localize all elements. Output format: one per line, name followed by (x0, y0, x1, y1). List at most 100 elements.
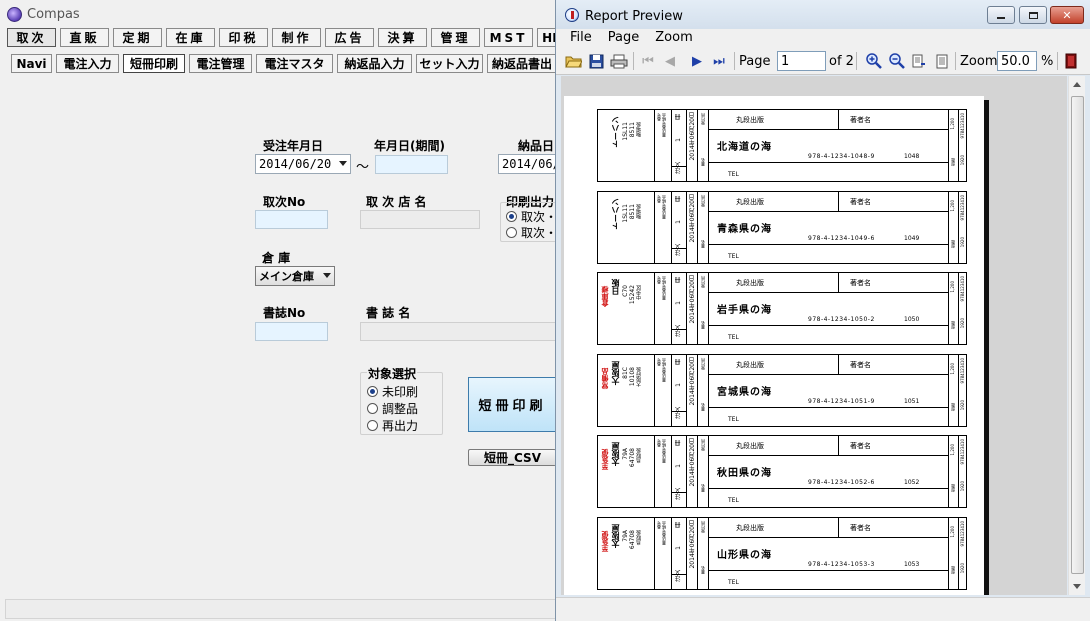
slip-small-text: 1,200 (950, 199, 955, 211)
order-date-label: 受注年月日 (263, 139, 324, 153)
slip-small-text: 1920 (960, 562, 965, 573)
rp-menu-zoom[interactable]: Zoom (655, 30, 692, 47)
slip-small-text: 書名 (700, 158, 705, 166)
slip-tel: TEL (728, 171, 739, 178)
open-folder-icon[interactable] (565, 53, 582, 69)
tanzaku-slip-6: 至急便 太阪屋 79A 64708 鳥取扱 番号 書店番号帳合 冊 1 注文 2… (597, 516, 967, 590)
menu-mst[interactable]: MST (484, 28, 533, 47)
zoom-input[interactable]: 50.0 (997, 51, 1037, 71)
delivery-date-picker[interactable]: 2014/06/ (498, 154, 556, 174)
submenu-navi[interactable]: Navi (11, 54, 52, 73)
menu-seisaku[interactable]: 制作 (272, 28, 321, 47)
minimize-button[interactable] (987, 6, 1015, 24)
slip-code3: 大阪府扱 (636, 366, 642, 387)
page-width-icon[interactable] (911, 53, 927, 69)
next-page-icon[interactable]: ▶ (689, 53, 705, 69)
submenu-set-input[interactable]: セット入力 (416, 54, 483, 73)
menu-zaiko[interactable]: 在庫 (166, 28, 215, 47)
menu-inzei[interactable]: 印税 (219, 28, 268, 47)
tanzaku-print-button[interactable]: 短冊印刷 (468, 377, 556, 432)
target-opt-reprint[interactable]: 再出力 (367, 417, 418, 434)
agent-no-input[interactable] (255, 210, 328, 229)
prev-page-icon[interactable]: ◀ (662, 53, 678, 69)
menu-chokuhan[interactable]: 直販 (60, 28, 109, 47)
first-page-icon[interactable]: ⏮ (640, 53, 656, 69)
slip-small-text: 発行所 (700, 520, 705, 533)
slip-red-label: 常備品 (601, 367, 609, 389)
period-end-input[interactable] (375, 155, 448, 174)
target-opt-adjusted[interactable]: 調整品 (367, 400, 418, 417)
submenu-nohenpin-input[interactable]: 納返品入力 (337, 54, 412, 73)
slip-small-text: 9784123410 (960, 520, 965, 546)
slip-mark: 冊 (675, 440, 682, 446)
slip-red-label: 至急便 (601, 449, 609, 470)
scroll-up-icon[interactable] (1073, 82, 1081, 87)
print-icon[interactable] (610, 53, 628, 69)
zoom-out-icon[interactable] (888, 53, 906, 69)
close-button[interactable]: ✕ (1050, 6, 1084, 24)
menu-teiki[interactable]: 定期 (113, 28, 162, 47)
slip-small-text: 1,200 (950, 281, 955, 293)
rp-vertical-scrollbar[interactable] (1068, 76, 1085, 595)
slip-small-text: 書店番号帳合 (661, 276, 666, 300)
zoom-in-icon[interactable] (865, 53, 883, 69)
delivery-date-label: 納品日 (518, 139, 555, 153)
slip-title: 北海道の海 (717, 142, 772, 153)
slip-small-text: 1,200 (950, 362, 955, 374)
slip-publisher: 丸段出版 (736, 116, 764, 124)
last-page-icon[interactable]: ⏭ (710, 53, 728, 69)
submenu-denchu-input[interactable]: 電注入力 (56, 54, 119, 73)
slip-author: 著者名 (850, 523, 871, 532)
maximize-button[interactable] (1019, 6, 1047, 24)
slip-agent: トーハン (611, 116, 620, 148)
submenu-nohenpin-export[interactable]: 納返品書出 (487, 54, 557, 73)
warehouse-label: 倉 庫 (262, 251, 291, 265)
slip-number: 1051 (904, 397, 920, 405)
slip-small-text: 1920 (960, 481, 965, 492)
menu-kessan[interactable]: 決算 (378, 28, 427, 47)
slip-agent: 太阪屋 (611, 442, 620, 466)
slip-mark: 冊 (675, 114, 682, 120)
book-name-input[interactable] (360, 322, 556, 341)
rp-menu-page[interactable]: Page (608, 30, 639, 47)
whole-page-icon[interactable] (934, 53, 950, 69)
slip-date: 2014年06月20日 (689, 275, 696, 324)
book-no-input[interactable] (255, 322, 328, 341)
submenu-tanzaku-print[interactable]: 短冊印刷 (123, 54, 185, 73)
submenu-denchu-manage[interactable]: 電注管理 (189, 54, 252, 73)
save-icon[interactable] (588, 53, 604, 69)
slip-isbn: 978-4-1234-1053-3 (808, 560, 875, 568)
slip-title: 宮城県の海 (717, 386, 772, 398)
print-opt-2[interactable]: 取次・ (506, 224, 557, 241)
slip-small-text: 書店番号帳合 (661, 194, 666, 219)
page-number-input[interactable]: 1 (777, 51, 826, 71)
zoom-percent-label: % (1041, 53, 1054, 69)
page-label: Page (739, 53, 771, 69)
sub-menu-bar: Navi 電注入力 短冊印刷 電注管理 電注マスタ 納返品入力 セット入力 納返… (11, 54, 561, 74)
submenu-denchu-master[interactable]: 電注マスタ (256, 54, 333, 73)
menu-koukoku[interactable]: 広告 (325, 28, 374, 47)
slip-date: 2014年06月20日 (689, 112, 696, 161)
menu-kanri[interactable]: 管理 (431, 28, 480, 47)
warehouse-select[interactable]: メイン倉庫 (255, 266, 335, 286)
scroll-thumb[interactable] (1071, 96, 1084, 574)
print-opt-1[interactable]: 取次・ (506, 208, 557, 225)
report-canvas[interactable]: トーハン 1SL11 8511 駒場扱 番号 書店番号帳合 冊 1 注文 201… (561, 76, 1067, 595)
rp-menu-file[interactable]: File (570, 30, 592, 47)
slip-small-text: 発行所 (700, 439, 705, 451)
slip-mark: 冊 (675, 358, 682, 365)
toolbar-separator (633, 52, 634, 70)
agent-name-input[interactable] (360, 210, 480, 229)
agent-name-label: 取 次 店 名 (366, 195, 427, 209)
slip-mark: 1 (675, 138, 682, 142)
order-date-picker[interactable]: 2014/06/20 (255, 154, 351, 174)
menu-torizugi[interactable]: 取次 (7, 28, 56, 47)
scroll-down-icon[interactable] (1073, 584, 1081, 589)
zoom-label: Zoom (960, 53, 998, 69)
rp-status-bar (556, 597, 1090, 621)
exit-icon[interactable] (1064, 53, 1078, 69)
target-opt-unprinted[interactable]: 未印刷 (367, 383, 418, 400)
tanzaku-csv-button[interactable]: 短冊_CSV (468, 449, 556, 466)
slip-mark: 冊 (675, 277, 682, 283)
slip-small-text: 書店番号帳合 (661, 520, 666, 545)
